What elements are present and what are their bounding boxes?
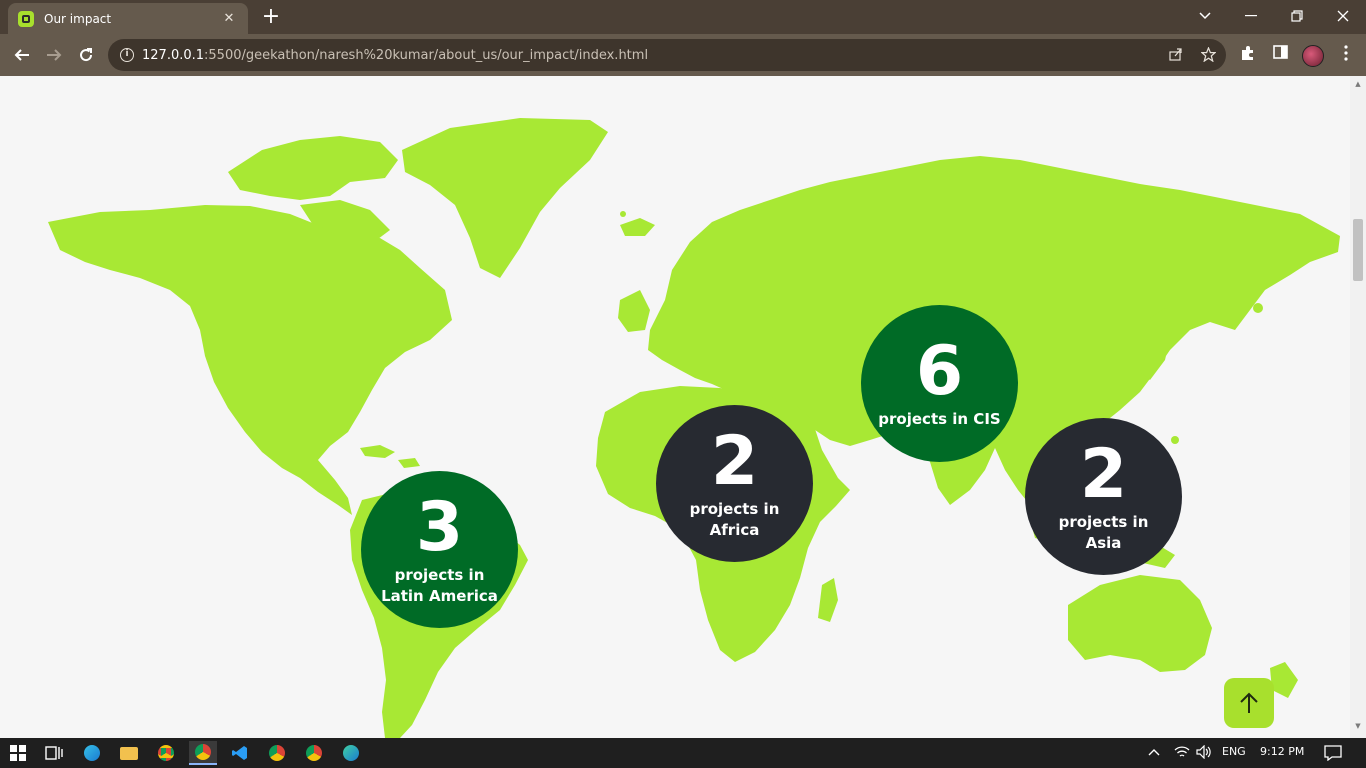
map-arctic-islands xyxy=(228,136,398,200)
chrome-icon[interactable] xyxy=(152,741,180,765)
scroll-down-arrow-icon[interactable]: ▼ xyxy=(1354,722,1362,730)
back-icon[interactable] xyxy=(8,41,36,69)
impact-label: projects in Africa xyxy=(689,499,780,539)
impact-label: projects in Asia xyxy=(1058,512,1149,552)
map-australia xyxy=(1068,575,1212,672)
reload-icon[interactable] xyxy=(72,41,100,69)
arrow-up-icon xyxy=(1240,692,1258,713)
share-icon[interactable] xyxy=(1168,47,1184,63)
clock[interactable]: 9:12 PM xyxy=(1260,745,1304,758)
impact-count: 6 xyxy=(915,332,964,411)
browser-tab[interactable]: Our impact ✕ xyxy=(8,3,248,34)
map-north-america xyxy=(48,205,452,515)
volume-icon[interactable] xyxy=(1196,744,1212,762)
close-window-icon[interactable] xyxy=(1320,0,1366,32)
page-content: 3 projects in Latin America 2 projects i… xyxy=(0,76,1350,738)
extensions-icon[interactable] xyxy=(1238,45,1258,65)
chrome-active-icon[interactable] xyxy=(189,741,217,765)
chrome-profile-icon[interactable] xyxy=(263,741,291,765)
windows-taskbar: ENG 9:12 PM xyxy=(0,738,1366,768)
tab-search-icon[interactable] xyxy=(1182,0,1228,32)
language-indicator[interactable]: ENG xyxy=(1222,745,1246,758)
scroll-thumb[interactable] xyxy=(1353,219,1363,281)
vscode-icon[interactable] xyxy=(226,741,254,765)
impact-label: projects in CIS xyxy=(878,410,1001,428)
menu-kebab-icon[interactable] xyxy=(1336,45,1356,65)
browser-toolbar: i 127.0.0.1:5500/geekathon/naresh%20kuma… xyxy=(0,34,1366,76)
map-greenland xyxy=(402,118,608,278)
impact-africa: 2 projects in Africa xyxy=(656,405,813,562)
close-tab-icon[interactable]: ✕ xyxy=(220,11,238,26)
scroll-up-arrow-icon[interactable]: ▲ xyxy=(1354,80,1362,88)
impact-count: 2 xyxy=(710,421,759,501)
world-map xyxy=(48,118,1340,738)
site-favicon-icon xyxy=(18,10,34,27)
impact-count: 2 xyxy=(1079,434,1128,514)
tab-title: Our impact xyxy=(44,11,112,26)
tab-strip: Our impact ✕ + xyxy=(0,0,1366,34)
profile-avatar[interactable] xyxy=(1302,45,1324,67)
wifi-icon[interactable] xyxy=(1174,745,1190,762)
page-scrollbar[interactable]: ▲ ▼ xyxy=(1350,76,1366,738)
forward-icon[interactable] xyxy=(40,41,68,69)
impact-asia: 2 projects in Asia xyxy=(1025,418,1182,575)
restore-icon[interactable] xyxy=(1274,0,1320,32)
edge-icon[interactable] xyxy=(78,741,106,765)
edge-dev-icon[interactable] xyxy=(337,741,365,765)
scroll-to-top-button[interactable] xyxy=(1224,678,1274,728)
file-explorer-icon[interactable] xyxy=(115,741,143,765)
impact-label: projects in Latin America xyxy=(381,565,498,605)
task-view-icon[interactable] xyxy=(40,741,68,765)
url-path: :5500/geekathon/naresh%20kumar/about_us/… xyxy=(204,47,649,63)
bookmark-star-icon[interactable] xyxy=(1199,46,1217,63)
notifications-icon[interactable] xyxy=(1324,745,1342,764)
url-host: 127.0.0.1 xyxy=(142,47,205,63)
impact-cis: 6 projects in CIS xyxy=(861,305,1018,462)
side-panel-icon[interactable] xyxy=(1270,45,1290,65)
new-tab-button[interactable]: + xyxy=(258,4,284,30)
impact-count: 3 xyxy=(415,487,464,567)
impact-latin-america: 3 projects in Latin America xyxy=(361,471,518,628)
chrome-profile-2-icon[interactable] xyxy=(300,741,328,765)
site-info-icon[interactable]: i xyxy=(120,48,134,62)
windows-start-icon[interactable] xyxy=(4,741,32,765)
address-bar[interactable]: i 127.0.0.1:5500/geekathon/naresh%20kuma… xyxy=(108,39,1226,71)
minimize-icon[interactable] xyxy=(1228,0,1274,32)
tray-chevron-icon[interactable] xyxy=(1148,745,1160,759)
